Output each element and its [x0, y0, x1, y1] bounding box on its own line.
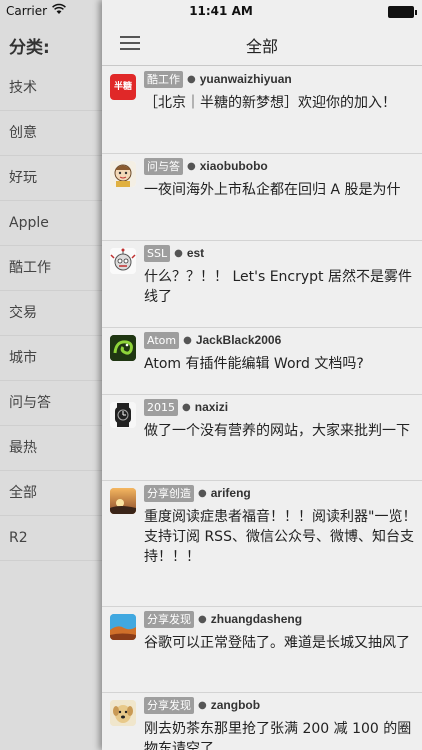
- separator-dot: ●: [183, 335, 192, 346]
- separator-dot: ●: [198, 614, 207, 625]
- separator-dot: ●: [174, 248, 183, 259]
- username[interactable]: zhuangdasheng: [211, 611, 302, 628]
- topic-title[interactable]: ［北京｜半糖的新梦想］欢迎你的加入！: [144, 93, 422, 113]
- page-title: 全部: [245, 37, 278, 56]
- status-bar: Carrier 11:41 AM: [0, 0, 422, 22]
- topic-list: 半糖 酷工作 ● yuanwaizhiyuan ［北京｜半糖的新梦想］欢迎你的加入！: [102, 67, 422, 750]
- username[interactable]: xiaobubobo: [200, 158, 268, 175]
- sidebar-item-all[interactable]: 全部: [0, 471, 102, 516]
- topic-row[interactable]: SSL ● est 什么？？！！ Let's Encrypt 居然不是雾件线了: [102, 241, 422, 328]
- sidebar-item-apple[interactable]: Apple: [0, 201, 102, 246]
- topic-meta: 问与答 ● xiaobubobo: [144, 158, 268, 175]
- sidebar-item-r2[interactable]: R2: [0, 516, 102, 561]
- topic-meta: 酷工作 ● yuanwaizhiyuan: [144, 71, 292, 88]
- sidebar-item-hot[interactable]: 最热: [0, 426, 102, 471]
- node-badge[interactable]: 2015: [144, 399, 178, 416]
- topic-meta: 分享创造 ● arifeng: [144, 485, 251, 502]
- topic-meta: 分享发现 ● zangbob: [144, 697, 260, 714]
- topic-title[interactable]: 刚去奶茶东那里抢了张满 200 减 100 的圈物东请空了: [144, 719, 422, 750]
- username[interactable]: arifeng: [211, 485, 251, 502]
- node-badge[interactable]: 分享发现: [144, 697, 194, 714]
- dog-avatar-icon[interactable]: [110, 700, 136, 726]
- topic-title[interactable]: 什么？？！！ Let's Encrypt 居然不是雾件线了: [144, 267, 422, 307]
- topic-meta: 2015 ● naxizi: [144, 399, 228, 416]
- topic-row[interactable]: 半糖 酷工作 ● yuanwaizhiyuan ［北京｜半糖的新梦想］欢迎你的加入！: [102, 67, 422, 154]
- topic-meta: Atom ● JackBlack2006: [144, 332, 281, 349]
- sidebar-item-deals[interactable]: 交易: [0, 291, 102, 336]
- username[interactable]: JackBlack2006: [196, 332, 281, 349]
- node-badge[interactable]: 分享发现: [144, 611, 194, 628]
- topic-row[interactable]: 分享发现 ● zhuangdasheng 谷歌可以正常登陆了。难道是长城又抽风了: [102, 607, 422, 693]
- landscape-avatar-icon[interactable]: [110, 614, 136, 640]
- separator-dot: ●: [187, 74, 196, 85]
- node-badge[interactable]: Atom: [144, 332, 180, 349]
- topic-row[interactable]: 分享发现 ● zangbob 刚去奶茶东那里抢了张满 200 减 100 的圈物东请…: [102, 693, 422, 750]
- topic-title[interactable]: Atom 有插件能编辑 Word 文档吗?: [144, 354, 422, 374]
- clock: 11:41 AM: [189, 4, 253, 18]
- bantang-logo-icon[interactable]: 半糖: [110, 74, 136, 100]
- node-badge[interactable]: 酷工作: [144, 71, 183, 88]
- separator-dot: ●: [187, 161, 196, 172]
- topic-row[interactable]: 分享创造 ● arifeng 重度阅读症患者福音！！！阅读利器"一览！支持订阅 RS…: [102, 481, 422, 607]
- topic-meta: SSL ● est: [144, 245, 204, 262]
- topic-title[interactable]: 谷歌可以正常登陆了。难道是长城又抽风了: [144, 633, 422, 653]
- main-panel: 全部 半糖 酷工作 ● yuanwaizhiyuan ［北京｜半糖的新梦想］欢迎你的…: [102, 0, 422, 750]
- username[interactable]: zangbob: [211, 697, 260, 714]
- sidebar-title: 分类:: [9, 38, 50, 58]
- separator-dot: ●: [198, 488, 207, 499]
- topic-row[interactable]: 问与答 ● xiaobubobo 一夜间海外上市私企都在回归 A 股是为什: [102, 154, 422, 241]
- topic-title[interactable]: 一夜间海外上市私企都在回归 A 股是为什: [144, 180, 422, 200]
- node-badge[interactable]: 问与答: [144, 158, 183, 175]
- node-badge[interactable]: 分享创造: [144, 485, 194, 502]
- username[interactable]: est: [187, 245, 204, 262]
- category-sidebar: 分类: 技术 创意 好玩 Apple 酷工作 交易 城市 问与答 最热 全部 R…: [0, 0, 102, 750]
- username[interactable]: naxizi: [195, 399, 228, 416]
- topic-row[interactable]: Atom ● JackBlack2006 Atom 有插件能编辑 Word 文档吗?: [102, 328, 422, 395]
- topic-meta: 分享发现 ● zhuangdasheng: [144, 611, 302, 628]
- separator-dot: ●: [182, 402, 191, 413]
- sidebar-item-jobs[interactable]: 酷工作: [0, 246, 102, 291]
- node-badge[interactable]: SSL: [144, 245, 171, 262]
- sidebar-item-city[interactable]: 城市: [0, 336, 102, 381]
- chameleon-avatar-icon[interactable]: [110, 335, 136, 361]
- topic-row[interactable]: 2015 ● naxizi 做了一个没有营养的网站，大家来批判一下: [102, 395, 422, 481]
- battery-icon: [388, 6, 417, 18]
- sidebar-item-qna[interactable]: 问与答: [0, 381, 102, 426]
- username[interactable]: yuanwaizhiyuan: [200, 71, 292, 88]
- topic-title[interactable]: 重度阅读症患者福音！！！阅读利器"一览！支持订阅 RSS、微信公众号、微博、知台…: [144, 507, 422, 567]
- sidebar-item-tech[interactable]: 技术: [0, 66, 102, 111]
- nav-bar: 全部: [102, 22, 422, 66]
- watch-avatar-icon[interactable]: [110, 402, 136, 428]
- category-list: 技术 创意 好玩 Apple 酷工作 交易 城市 问与答 最热 全部 R2: [0, 66, 102, 561]
- robot-avatar-icon[interactable]: [110, 248, 136, 274]
- sidebar-item-creative[interactable]: 创意: [0, 111, 102, 156]
- separator-dot: ●: [198, 700, 207, 711]
- topic-title[interactable]: 做了一个没有营养的网站，大家来批判一下: [144, 421, 422, 441]
- cartoon-avatar-icon[interactable]: [110, 161, 136, 187]
- sidebar-item-play[interactable]: 好玩: [0, 156, 102, 201]
- sunset-avatar-icon[interactable]: [110, 488, 136, 514]
